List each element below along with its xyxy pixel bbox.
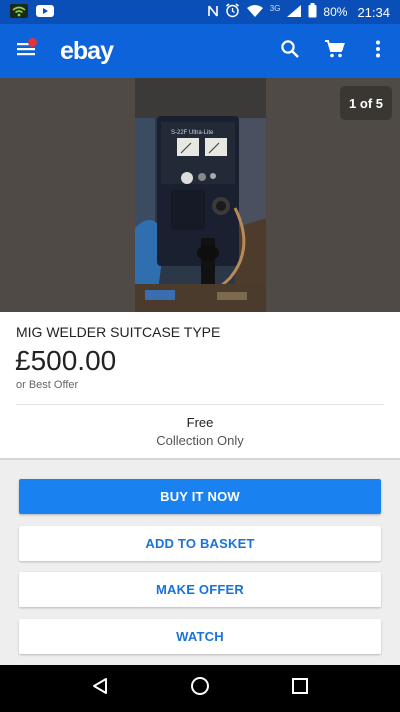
image-gallery[interactable]: S-22F Ultra-Lite 1 of 5 (0, 78, 400, 312)
recents-icon (291, 677, 309, 700)
battery-percent: 80% (323, 5, 348, 19)
listing-photo[interactable]: S-22F Ultra-Lite (135, 78, 266, 312)
image-counter-badge: 1 of 5 (340, 86, 392, 120)
buy-it-now-button[interactable]: BUY IT NOW (19, 479, 381, 514)
listing-details: MIG WELDER SUITCASE TYPE £500.00 or Best… (0, 312, 400, 458)
wifi-signal-icon (246, 4, 264, 21)
youtube-icon (36, 4, 54, 21)
postage-price: Free (186, 415, 214, 430)
home-button[interactable] (180, 669, 220, 709)
more-icon (375, 40, 381, 63)
battery-icon (308, 3, 317, 21)
system-nav-bar (0, 665, 400, 712)
postage-method: Collection Only (156, 433, 244, 448)
watch-button[interactable]: WATCH (19, 619, 381, 654)
status-bar: 3G 80% 21:34 (0, 0, 400, 24)
make-offer-button[interactable]: MAKE OFFER (19, 572, 381, 607)
network-type-label: 3G (269, 3, 281, 13)
listing-price: £500.00 (15, 345, 117, 376)
menu-button[interactable] (0, 24, 54, 78)
notification-dot (28, 38, 37, 47)
home-icon (190, 676, 210, 701)
ebay-logo[interactable]: ebay (60, 37, 114, 66)
add-to-basket-button[interactable]: ADD TO BASKET (19, 526, 381, 561)
cart-button[interactable] (312, 24, 356, 78)
search-button[interactable] (268, 24, 312, 78)
search-icon (280, 39, 300, 64)
cart-icon (324, 39, 345, 64)
wifi-icon (10, 3, 28, 21)
nfc-icon (207, 4, 219, 21)
more-options-button[interactable] (356, 24, 400, 78)
section-divider (0, 458, 400, 460)
app-bar: ebay (0, 24, 400, 78)
alarm-icon (225, 3, 240, 21)
listing-title: MIG WELDER SUITCASE TYPE (16, 324, 221, 340)
back-button[interactable] (80, 669, 120, 709)
recents-button[interactable] (280, 669, 320, 709)
back-icon (91, 677, 109, 700)
signal-icon (286, 4, 302, 21)
best-offer-note: or Best Offer (16, 379, 79, 391)
svg-text:S-22F Ultra-Lite: S-22F Ultra-Lite (171, 130, 214, 136)
clock: 21:34 (357, 4, 390, 20)
divider (16, 404, 384, 405)
